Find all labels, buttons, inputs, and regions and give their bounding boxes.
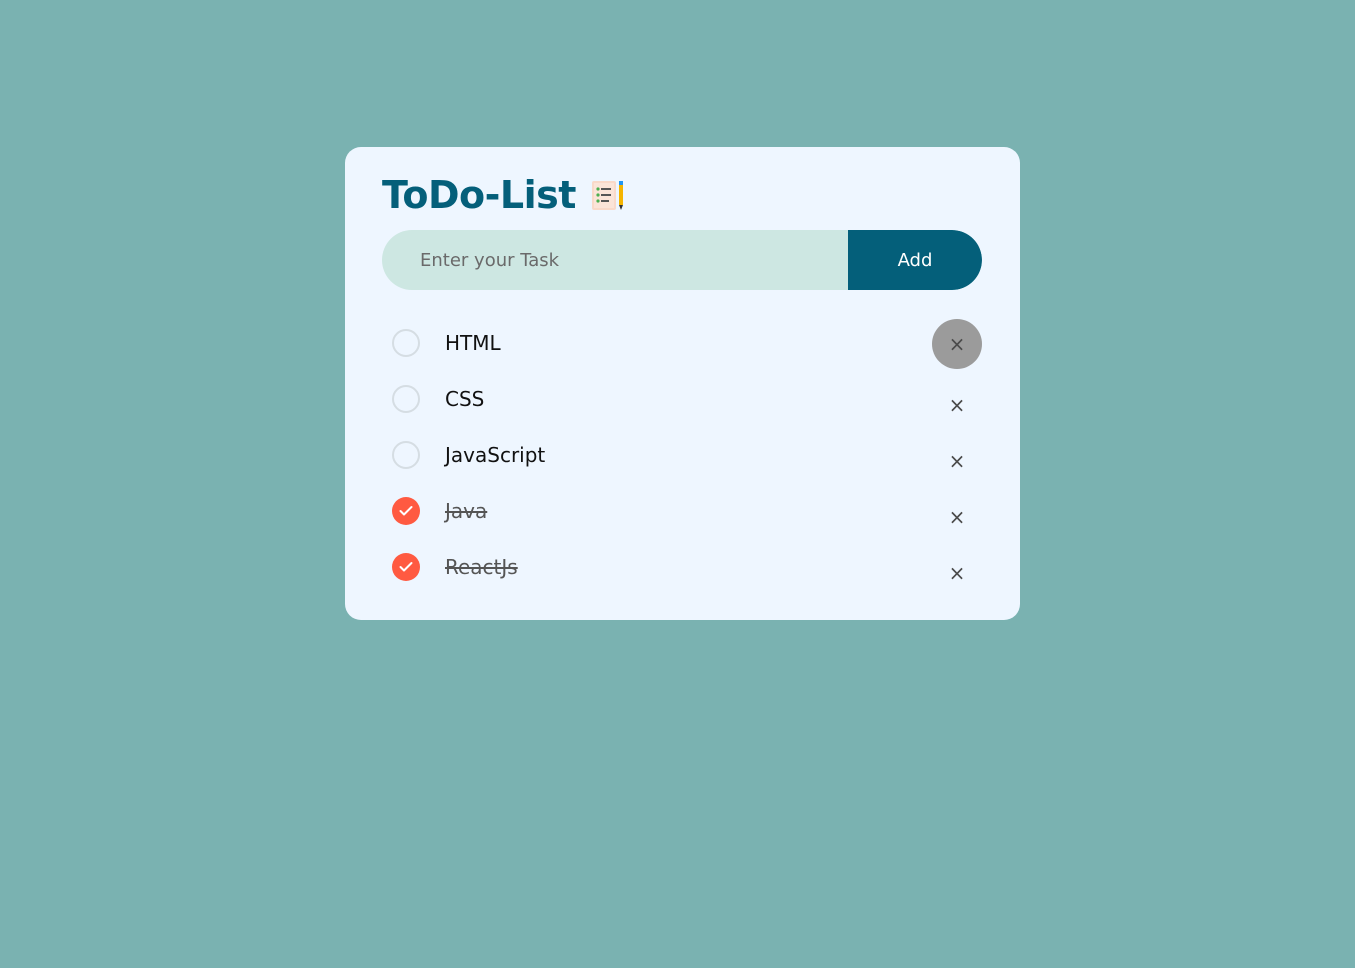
task-input[interactable] <box>382 230 848 290</box>
task-list: HTML × CSS × JavaScript × Java × ReactJs… <box>382 315 982 595</box>
unchecked-circle-icon[interactable] <box>392 385 420 413</box>
task-label: HTML <box>445 331 501 355</box>
unchecked-circle-icon[interactable] <box>392 329 420 357</box>
app-title: ToDo-List <box>382 173 576 217</box>
task-item[interactable]: JavaScript × <box>382 427 982 483</box>
task-input-row: Add <box>382 230 982 290</box>
close-icon[interactable]: × <box>932 548 982 598</box>
notepad-icon <box>590 178 626 212</box>
checked-circle-icon[interactable] <box>392 497 420 525</box>
header: ToDo-List <box>382 171 626 219</box>
close-icon[interactable]: × <box>932 436 982 486</box>
close-icon[interactable]: × <box>932 319 982 369</box>
task-label: ReactJs <box>445 555 518 579</box>
task-item[interactable]: CSS × <box>382 371 982 427</box>
task-label: CSS <box>445 387 485 411</box>
add-button[interactable]: Add <box>848 230 982 290</box>
todo-card: ToDo-List Add HTML × <box>345 147 1020 620</box>
task-label: JavaScript <box>445 443 546 467</box>
unchecked-circle-icon[interactable] <box>392 441 420 469</box>
task-item[interactable]: ReactJs × <box>382 539 982 595</box>
task-label: Java <box>445 499 488 523</box>
close-icon[interactable]: × <box>932 380 982 430</box>
close-icon[interactable]: × <box>932 492 982 542</box>
task-item[interactable]: Java × <box>382 483 982 539</box>
checked-circle-icon[interactable] <box>392 553 420 581</box>
task-item[interactable]: HTML × <box>382 315 982 371</box>
